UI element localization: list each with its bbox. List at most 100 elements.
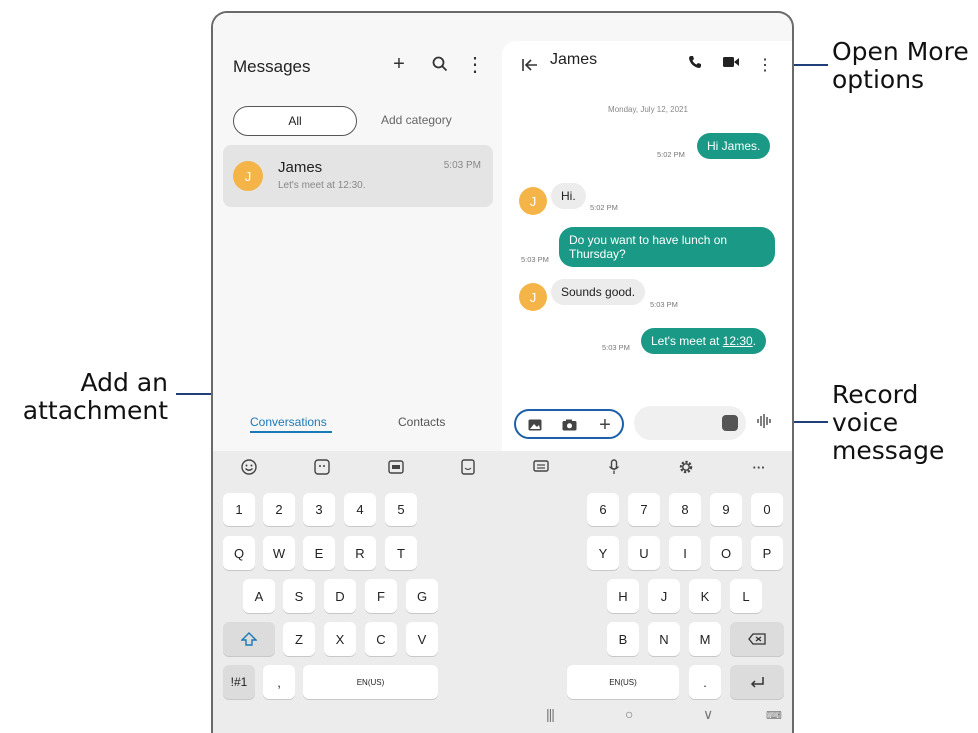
add-icon[interactable]: +	[388, 51, 410, 77]
key-o[interactable]: O	[710, 536, 742, 570]
conversation-preview: Let's meet at 12:30.	[278, 180, 366, 191]
key-b[interactable]: B	[607, 622, 639, 656]
backspace-key[interactable]	[730, 622, 784, 656]
key-8[interactable]: 8	[669, 493, 701, 526]
enter-key[interactable]	[730, 665, 784, 699]
sticker-icon[interactable]	[722, 415, 738, 431]
conversation-name: James	[278, 159, 323, 176]
message-text-line2: Thursday?	[569, 247, 626, 261]
tab-contacts[interactable]: Contacts	[398, 415, 445, 429]
key-k[interactable]: K	[689, 579, 721, 613]
symbols-key[interactable]: !#1	[223, 665, 255, 699]
callout-add-attachment-line1: Add an	[80, 368, 168, 397]
key-y[interactable]: Y	[587, 536, 619, 570]
avatar: J	[519, 283, 547, 311]
key-a[interactable]: A	[243, 579, 275, 613]
message-time: 5:02 PM	[657, 150, 685, 159]
conversation-item-james[interactable]: J James Let's meet at 12:30. 5:03 PM	[223, 145, 493, 207]
key-u[interactable]: U	[628, 536, 660, 570]
avatar: J	[233, 161, 263, 191]
callout-add-attachment-line2: attachment	[22, 396, 168, 425]
callout-record-voice: Record voice message	[832, 381, 944, 465]
conversation-date: Monday, July 12, 2021	[608, 105, 688, 114]
add-category-button[interactable]: Add category	[381, 113, 452, 127]
key-x[interactable]: X	[324, 622, 356, 656]
period-key[interactable]: .	[689, 665, 721, 699]
gallery-icon[interactable]	[526, 416, 544, 434]
space-key-right[interactable]: EN(US)	[567, 665, 679, 699]
message-bubble-received: Hi.	[551, 183, 586, 209]
conversation-list-pane: Messages + ⋮ All Add category J James Le…	[213, 13, 502, 451]
more-options-icon[interactable]: ⋮	[464, 51, 486, 77]
more-options-icon[interactable]: ⋮	[756, 55, 774, 75]
key-w[interactable]: W	[263, 536, 295, 570]
camera-icon[interactable]	[560, 416, 578, 434]
sticker-icon[interactable]	[310, 457, 334, 477]
key-5[interactable]: 5	[385, 493, 417, 526]
back-button[interactable]: ∨	[703, 706, 713, 723]
comma-key[interactable]: ,	[263, 665, 295, 699]
conversation-time: 5:03 PM	[443, 160, 481, 171]
key-i[interactable]: I	[669, 536, 701, 570]
gif-icon[interactable]	[384, 457, 408, 477]
key-v[interactable]: V	[406, 622, 438, 656]
recents-button[interactable]: |||	[546, 706, 555, 722]
key-n[interactable]: N	[648, 622, 680, 656]
shift-key[interactable]	[223, 622, 275, 656]
keyboard-hide-icon[interactable]: ⌨	[766, 709, 782, 722]
key-2[interactable]: 2	[263, 493, 295, 526]
clipboard-icon[interactable]	[529, 457, 553, 477]
key-l[interactable]: L	[730, 579, 762, 613]
key-4[interactable]: 4	[344, 493, 376, 526]
message-time: 5:03 PM	[602, 343, 630, 352]
callout-open-more: Open More options	[832, 38, 969, 94]
space-key-left[interactable]: EN(US)	[303, 665, 438, 699]
key-c[interactable]: C	[365, 622, 397, 656]
messages-title: Messages	[233, 57, 311, 76]
video-call-icon[interactable]	[722, 55, 740, 72]
more-options-icon[interactable]: ···	[747, 457, 771, 477]
phone-icon[interactable]	[686, 55, 704, 73]
message-time: 5:03 PM	[650, 300, 678, 309]
message-time: 5:03 PM	[521, 255, 549, 264]
key-z[interactable]: Z	[283, 622, 315, 656]
key-t[interactable]: T	[385, 536, 417, 570]
key-6[interactable]: 6	[587, 493, 619, 526]
tab-active-indicator	[250, 431, 332, 433]
home-button[interactable]: ○	[625, 706, 633, 722]
key-0[interactable]: 0	[751, 493, 783, 526]
key-e[interactable]: E	[303, 536, 335, 570]
key-m[interactable]: M	[689, 622, 721, 656]
emoji-icon[interactable]	[237, 457, 261, 477]
microphone-icon[interactable]	[602, 457, 626, 477]
key-s[interactable]: S	[283, 579, 315, 613]
key-d[interactable]: D	[324, 579, 356, 613]
key-7[interactable]: 7	[628, 493, 660, 526]
key-3[interactable]: 3	[303, 493, 335, 526]
bitmoji-icon[interactable]	[456, 457, 480, 477]
tab-conversations[interactable]: Conversations	[250, 415, 327, 429]
message-input[interactable]	[634, 406, 746, 440]
callout-record-voice-line1: Record	[832, 380, 919, 409]
message-link-time[interactable]: 12:30	[723, 334, 753, 348]
message-bubble-sent: Let's meet at 12:30.	[641, 328, 767, 354]
key-g[interactable]: G	[406, 579, 438, 613]
key-r[interactable]: R	[344, 536, 376, 570]
collapse-back-icon[interactable]	[522, 58, 538, 77]
chat-contact-name: James	[550, 51, 598, 68]
attachment-toolbar: +	[514, 409, 624, 439]
key-q[interactable]: Q	[223, 536, 255, 570]
key-p[interactable]: P	[751, 536, 783, 570]
key-9[interactable]: 9	[710, 493, 742, 526]
settings-gear-icon[interactable]	[674, 457, 698, 477]
voice-record-icon[interactable]	[756, 413, 774, 432]
add-attachment-icon[interactable]: +	[596, 414, 614, 436]
message-text: Let's meet at	[651, 334, 723, 348]
key-h[interactable]: H	[607, 579, 639, 613]
key-j[interactable]: J	[648, 579, 680, 613]
message-time: 5:02 PM	[590, 203, 618, 212]
key-f[interactable]: F	[365, 579, 397, 613]
key-1[interactable]: 1	[223, 493, 255, 526]
search-icon[interactable]	[429, 51, 451, 77]
filter-all-button[interactable]: All	[233, 106, 357, 136]
